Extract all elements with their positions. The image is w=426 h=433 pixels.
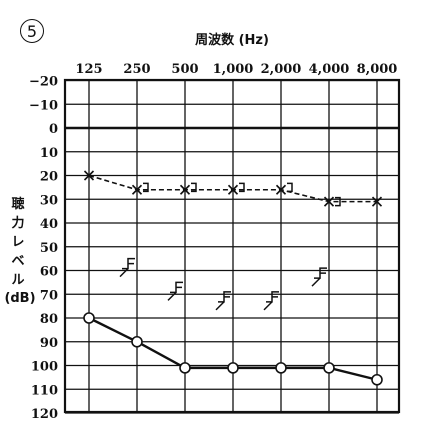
data-point-bone-conduction	[119, 257, 135, 278]
y-axis-label-char: 聴	[11, 196, 24, 212]
y-tick-label: 100	[31, 360, 58, 375]
data-point-circle	[371, 373, 383, 386]
x-tick-label: 1,000	[213, 62, 254, 77]
x-axis-title: 周波数 (Hz)	[195, 32, 269, 48]
x-tick-label: 125	[75, 62, 102, 77]
y-tick-label: 20	[40, 170, 58, 185]
data-point-bone-conduction	[167, 281, 183, 301]
y-tick-label: 50	[40, 241, 58, 256]
y-tick-label: 40	[40, 217, 58, 232]
x-tick-label: 8,000	[357, 62, 398, 77]
data-point-circle	[83, 312, 95, 324]
data-point-bracket	[287, 182, 293, 193]
y-tick-label: 80	[40, 312, 58, 327]
y-tick-label: 90	[40, 336, 58, 351]
data-point-circle	[227, 362, 239, 374]
data-point-circle	[275, 362, 287, 374]
y-tick-label: 120	[31, 407, 58, 422]
y-tick-label: −10	[29, 98, 58, 113]
x-tick-label: 250	[123, 62, 150, 77]
y-axis-label-char: ベ	[11, 254, 24, 269]
data-point-circle	[323, 362, 335, 374]
y-axis-label-char: ル	[11, 273, 24, 288]
data-point-circle	[131, 335, 143, 348]
y-tick-label: 60	[40, 265, 58, 280]
series-bone-flag	[119, 257, 327, 311]
y-axis-label-char: レ	[11, 235, 24, 250]
y-axis-unit: (dB)	[4, 291, 35, 306]
x-tick-label: 4,000	[309, 62, 350, 77]
y-tick-label: −20	[29, 75, 58, 90]
y-tick-label: 0	[49, 122, 58, 137]
y-tick-label: 70	[40, 288, 58, 303]
series-bracket-right	[143, 182, 341, 207]
audiogram-chart: 周波数 (Hz)125 250 500 1,000 2,000 4,000 8,000−20…	[4, 32, 401, 422]
y-axis-label-char: 力	[11, 215, 24, 231]
y-tick-label: 110	[31, 383, 58, 398]
y-tick-label: 10	[40, 146, 58, 161]
data-point-circle	[179, 362, 191, 374]
x-tick-label: 2,000	[261, 62, 302, 77]
x-tick-label: 500	[171, 62, 198, 77]
y-tick-label: 30	[40, 193, 58, 208]
